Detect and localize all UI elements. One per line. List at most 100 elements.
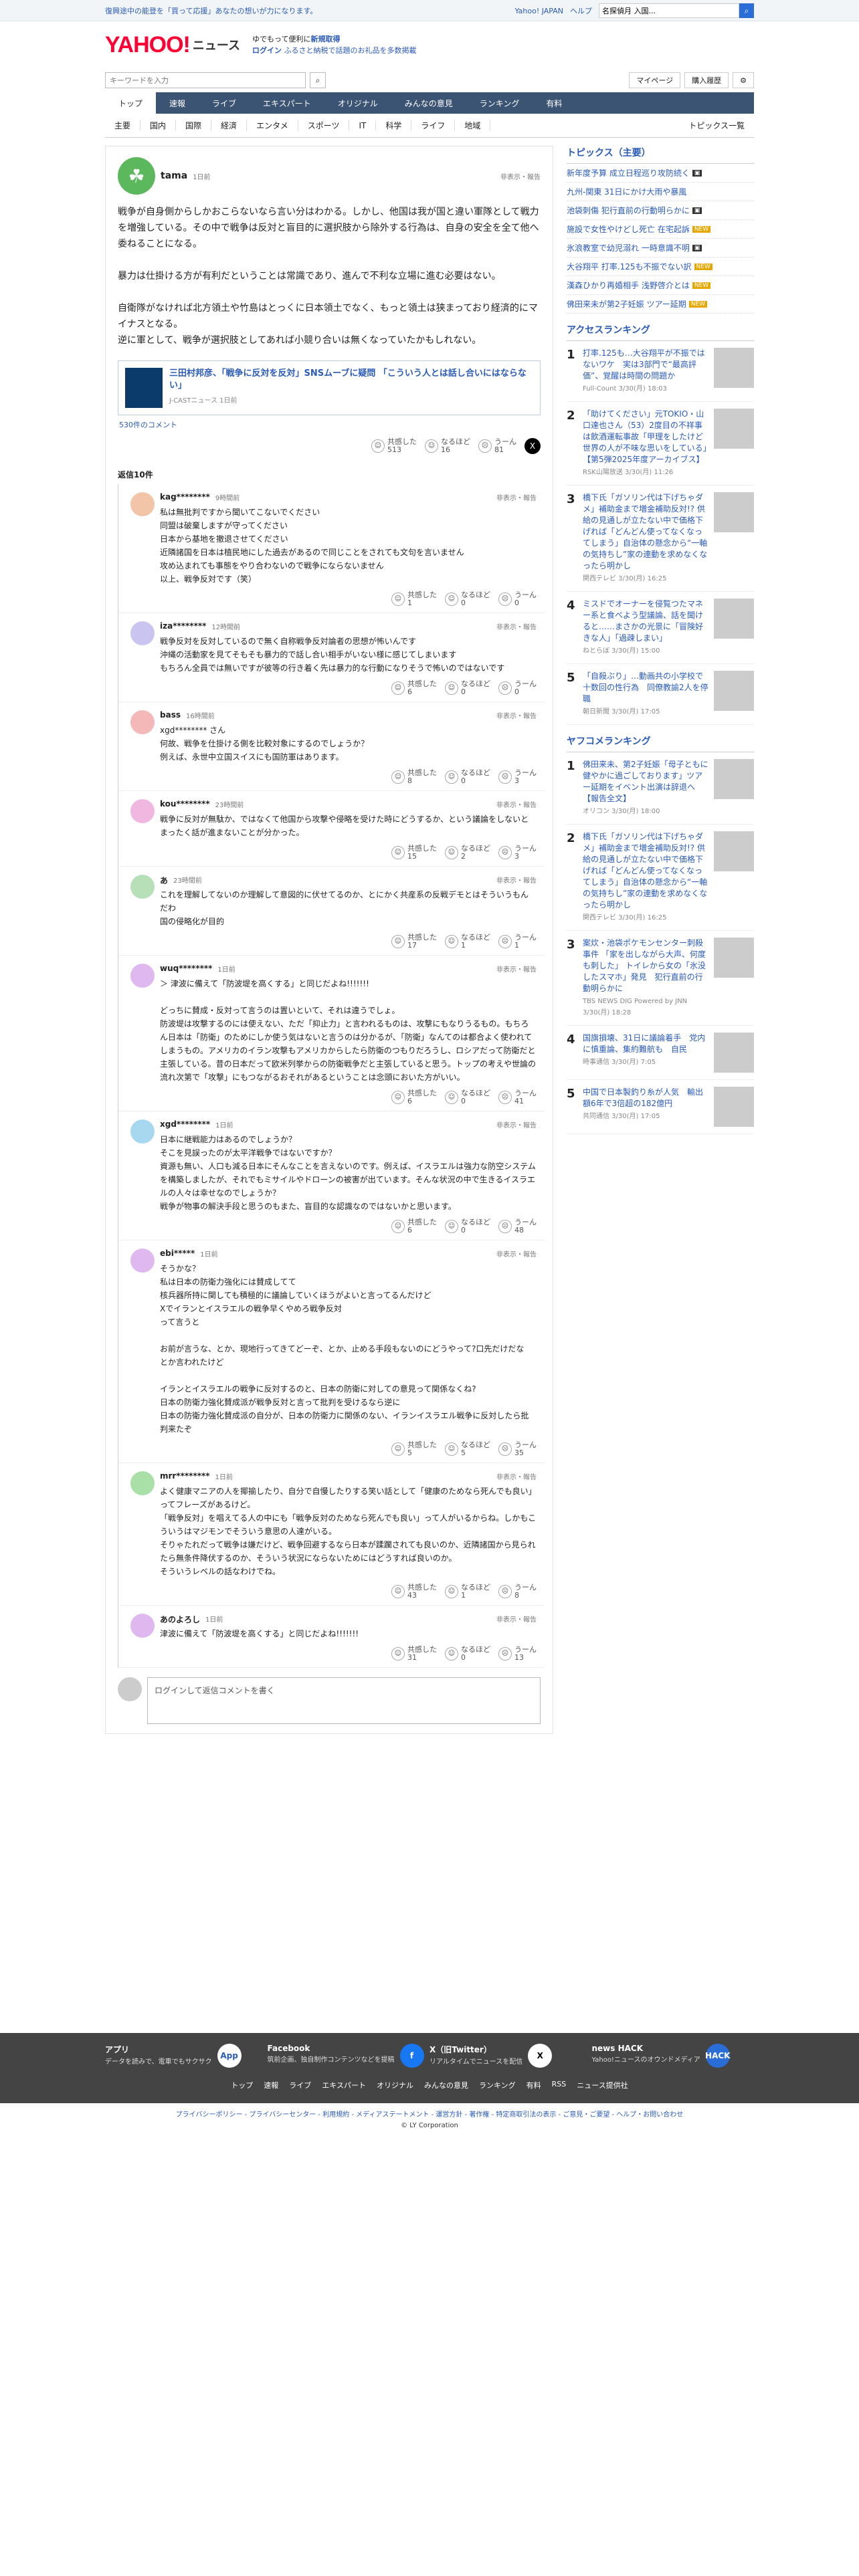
user-name[interactable]: tama	[161, 171, 187, 181]
naruhodo-button[interactable]: ☺ なるほど 5	[445, 1441, 490, 1457]
naruhodo-button[interactable]: ☺ なるほど 0	[445, 1218, 490, 1235]
topic-text[interactable]: 九州-関東 31日にかけ大雨や暴風	[567, 186, 686, 197]
snav-item[interactable]: 経済	[211, 120, 248, 131]
top-search-input[interactable]	[599, 3, 739, 18]
rank-title[interactable]: 「助けてください」元TOKIO・山口達也さん（53）2度目の不祥事は飲酒運転事故…	[583, 409, 708, 465]
furusato-link[interactable]: ふるさと納税で話題のお礼品を多数掲載	[284, 46, 417, 55]
snav-item[interactable]: IT	[349, 120, 377, 130]
reply-user[interactable]: ebi*****	[160, 1249, 195, 1258]
rank-title[interactable]: 「自殺ぶり」…動画共の小学校で十数回の性行為 同僚教諭2人を停職	[583, 671, 708, 705]
footer-nav-link[interactable]: 有料	[527, 2080, 541, 2096]
uun-button[interactable]: ☹ うーん 48	[498, 1218, 537, 1235]
footer-nav-link[interactable]: みんなの意見	[424, 2080, 468, 2096]
signup-link[interactable]: 新規取得	[310, 35, 340, 43]
rank-title[interactable]: 佛田来未、第2子妊娠「母子ともに健やかに過ごしております」ツアー延期をイベント出…	[583, 759, 708, 804]
search-icon[interactable]: ⌕	[310, 72, 326, 88]
reply-user[interactable]: bass	[160, 710, 181, 720]
uun-button[interactable]: ☹ うーん 13	[498, 1646, 537, 1662]
reply-user[interactable]: あ	[160, 875, 168, 886]
mypage-button[interactable]: マイページ	[629, 72, 681, 88]
uun-button[interactable]: ☹ うーん 3	[498, 845, 537, 861]
topic-text[interactable]: 氷浪教室で幼児溺れ 一時意識不明	[567, 242, 690, 253]
reply-user[interactable]: kag********	[160, 492, 210, 502]
gnav-item[interactable]: 速報	[156, 92, 199, 114]
footer-nav-link[interactable]: ニュース提供社	[577, 2080, 628, 2096]
footer-nav-link[interactable]: RSS	[552, 2080, 567, 2096]
help-link[interactable]: ヘルプ	[570, 5, 592, 16]
footer-nav-link[interactable]: 速報	[264, 2080, 278, 2096]
naruhodo-button[interactable]: ☺ なるほど 0	[445, 591, 490, 607]
notice-link[interactable]: 復興途中の能登を「買って応援」あなたの想いが力になります。	[105, 5, 317, 16]
topic-text[interactable]: 池袋刺傷 犯行直前の行動明らかに	[567, 205, 690, 216]
footer-nav-link[interactable]: エキスパート	[322, 2080, 366, 2096]
ranking-item[interactable]: 2 橋下氏「ガソリン代は下げちゃダメ」補助金まで増金補助反対!? 供給の見通しが立…	[567, 825, 754, 931]
gear-icon[interactable]: ⚙	[733, 72, 754, 88]
empathy-button[interactable]: ☺ 共感した 43	[391, 1584, 437, 1600]
ranking-item[interactable]: 1 打率.125も…大谷翔平が不振ではないワケ 実は3部門で“最高評価”、覚醒は時…	[567, 341, 754, 402]
uun-button[interactable]: ☹ うーん 3	[498, 769, 537, 785]
report-link[interactable]: 非表示・報告	[496, 964, 537, 974]
topic-item[interactable]: 九州-関東 31日にかけ大雨や暴風	[567, 183, 754, 201]
uun-button[interactable]: ☹ うーん 8	[498, 1584, 537, 1600]
reply-user[interactable]: kou********	[160, 799, 210, 809]
naruhodo-button[interactable]: ☺ なるほど 0	[445, 769, 490, 785]
empathy-button[interactable]: ☺ 共感した 31	[391, 1646, 437, 1662]
rank-title[interactable]: 中国で日本製釣り糸が人気 輸出額6年で3倍超の182億円	[583, 1087, 708, 1109]
rank-title[interactable]: 橋下氏「ガソリン代は下げちゃダメ」補助金まで増金補助反対!? 供給の見通しが立た…	[583, 831, 708, 911]
policy-links[interactable]: プライバシーポリシー - プライバシーセンター - 利用規約 - メディアステー…	[0, 2110, 859, 2121]
report-link[interactable]: 非表示・報告	[496, 492, 537, 502]
topic-item[interactable]: 新年度予算 成立日程巡り攻防続く ▣	[567, 164, 754, 183]
login-link[interactable]: ログイン	[252, 46, 282, 55]
rank-title[interactable]: ミスドでオーナーを侵覧つたマネー系と食べよう型議論、話を聞けると……まさかの光景…	[583, 599, 708, 644]
empathy-button[interactable]: ☺ 共感した 6	[391, 1089, 437, 1105]
snav-item[interactable]: 国内	[140, 120, 177, 131]
footer-nav-link[interactable]: ライブ	[289, 2080, 311, 2096]
empathy-button[interactable]: ☺ 共感した 513	[371, 438, 417, 454]
empathy-button[interactable]: ☺ 共感した 5	[391, 1441, 437, 1457]
uun-button[interactable]: ☹ うーん 81	[478, 438, 516, 454]
report-link[interactable]: 非表示・報告	[496, 1249, 537, 1259]
footer-cell[interactable]: news HACK Yahoo!ニュースのオウンドメディア HACK	[592, 2044, 755, 2068]
empathy-button[interactable]: ☺ 共感した 1	[391, 591, 437, 607]
naruhodo-button[interactable]: ☺ なるほど 2	[445, 845, 490, 861]
topics-list-link[interactable]: トピックス一覧	[679, 120, 754, 131]
snav-item[interactable]: 国際	[176, 120, 212, 131]
gnav-item[interactable]: みんなの意見	[391, 92, 466, 114]
ranking-item[interactable]: 4 ミスドでオーナーを侵覧つたマネー系と食べよう型議論、話を聞けると……まさかの光…	[567, 592, 754, 664]
snav-item[interactable]: 主要	[105, 120, 141, 131]
topic-text[interactable]: 施設で女性やけどし死亡 在宅起訴	[567, 223, 690, 235]
rank-title[interactable]: 国旗損壊、31日に議論着手 党内に慎重論、集約難航も 自民	[583, 1033, 708, 1055]
topic-item[interactable]: 氷浪教室で幼児溺れ 一時意識不明 ▣	[567, 239, 754, 257]
snav-item[interactable]: ライフ	[411, 120, 456, 131]
report-link[interactable]: 非表示・報告	[496, 799, 537, 809]
gnav-item[interactable]: エキスパート	[250, 92, 324, 114]
report-link[interactable]: 非表示・報告	[496, 621, 537, 631]
empathy-button[interactable]: ☺ 共感した 8	[391, 769, 437, 785]
ranking-item[interactable]: 2 「助けてください」元TOKIO・山口達也さん（53）2度目の不祥事は飲酒運転事…	[567, 402, 754, 486]
topic-text[interactable]: 漢森ひかり再婚相手 浅野啓介とは	[567, 280, 690, 291]
topic-item[interactable]: 大谷翔平 打率.125も不振でない訳 NEW	[567, 257, 754, 276]
article-title[interactable]: 三田村邦彦、「戦争に反対を反対」SNSムーブに疑問 「こういう人とは話し合いには…	[169, 368, 533, 392]
reply-input[interactable]: ログインして返信コメントを書く	[147, 1677, 541, 1724]
ranking-item[interactable]: 4 国旗損壊、31日に議論着手 党内に慎重論、集約難航も 自民 時事通信 3/30(…	[567, 1026, 754, 1080]
rank-title[interactable]: 打率.125も…大谷翔平が不振ではないワケ 実は3部門で“最高評価”、覚醒は時間…	[583, 348, 708, 382]
snav-item[interactable]: 地域	[455, 120, 491, 131]
topic-item[interactable]: 漢森ひかり再婚相手 浅野啓介とは NEW	[567, 276, 754, 295]
report-link[interactable]: 非表示・報告	[496, 1119, 537, 1130]
empathy-button[interactable]: ☺ 共感した 15	[391, 845, 437, 861]
reply-user[interactable]: あのよろし	[160, 1614, 200, 1625]
gnav-item[interactable]: ライブ	[199, 92, 250, 114]
reply-user[interactable]: iza********	[160, 621, 206, 631]
rank-title[interactable]: 橋下氏「ガソリン代は下げちゃダメ」補助金まで増金補助反対!? 供給の見通しが立た…	[583, 492, 708, 572]
empathy-button[interactable]: ☺ 共感した 6	[391, 680, 437, 696]
ranking-item[interactable]: 3 案炊・池袋ポケモンセンター刺殺事件 「家を出しながら大声、何度も刺した」 トイ…	[567, 931, 754, 1026]
uun-button[interactable]: ☹ うーん 0	[498, 680, 537, 696]
report-link[interactable]: 非表示・報告	[496, 1471, 537, 1481]
ranking-item[interactable]: 3 橋下氏「ガソリン代は下げちゃダメ」補助金まで増金補助反対!? 供給の見通しが立…	[567, 486, 754, 592]
topic-item[interactable]: 施設で女性やけどし死亡 在宅起訴 NEW	[567, 220, 754, 239]
footer-cell[interactable]: アプリ データを読みで、電車でもサクサク App	[105, 2044, 268, 2068]
footer-nav-link[interactable]: オリジナル	[377, 2080, 413, 2096]
empathy-button[interactable]: ☺ 共感した 17	[391, 934, 437, 950]
comments-link[interactable]: 530件のコメント	[118, 419, 541, 430]
topic-item[interactable]: 佛田来未が第2子妊娠 ツアー延期 NEW	[567, 295, 754, 314]
